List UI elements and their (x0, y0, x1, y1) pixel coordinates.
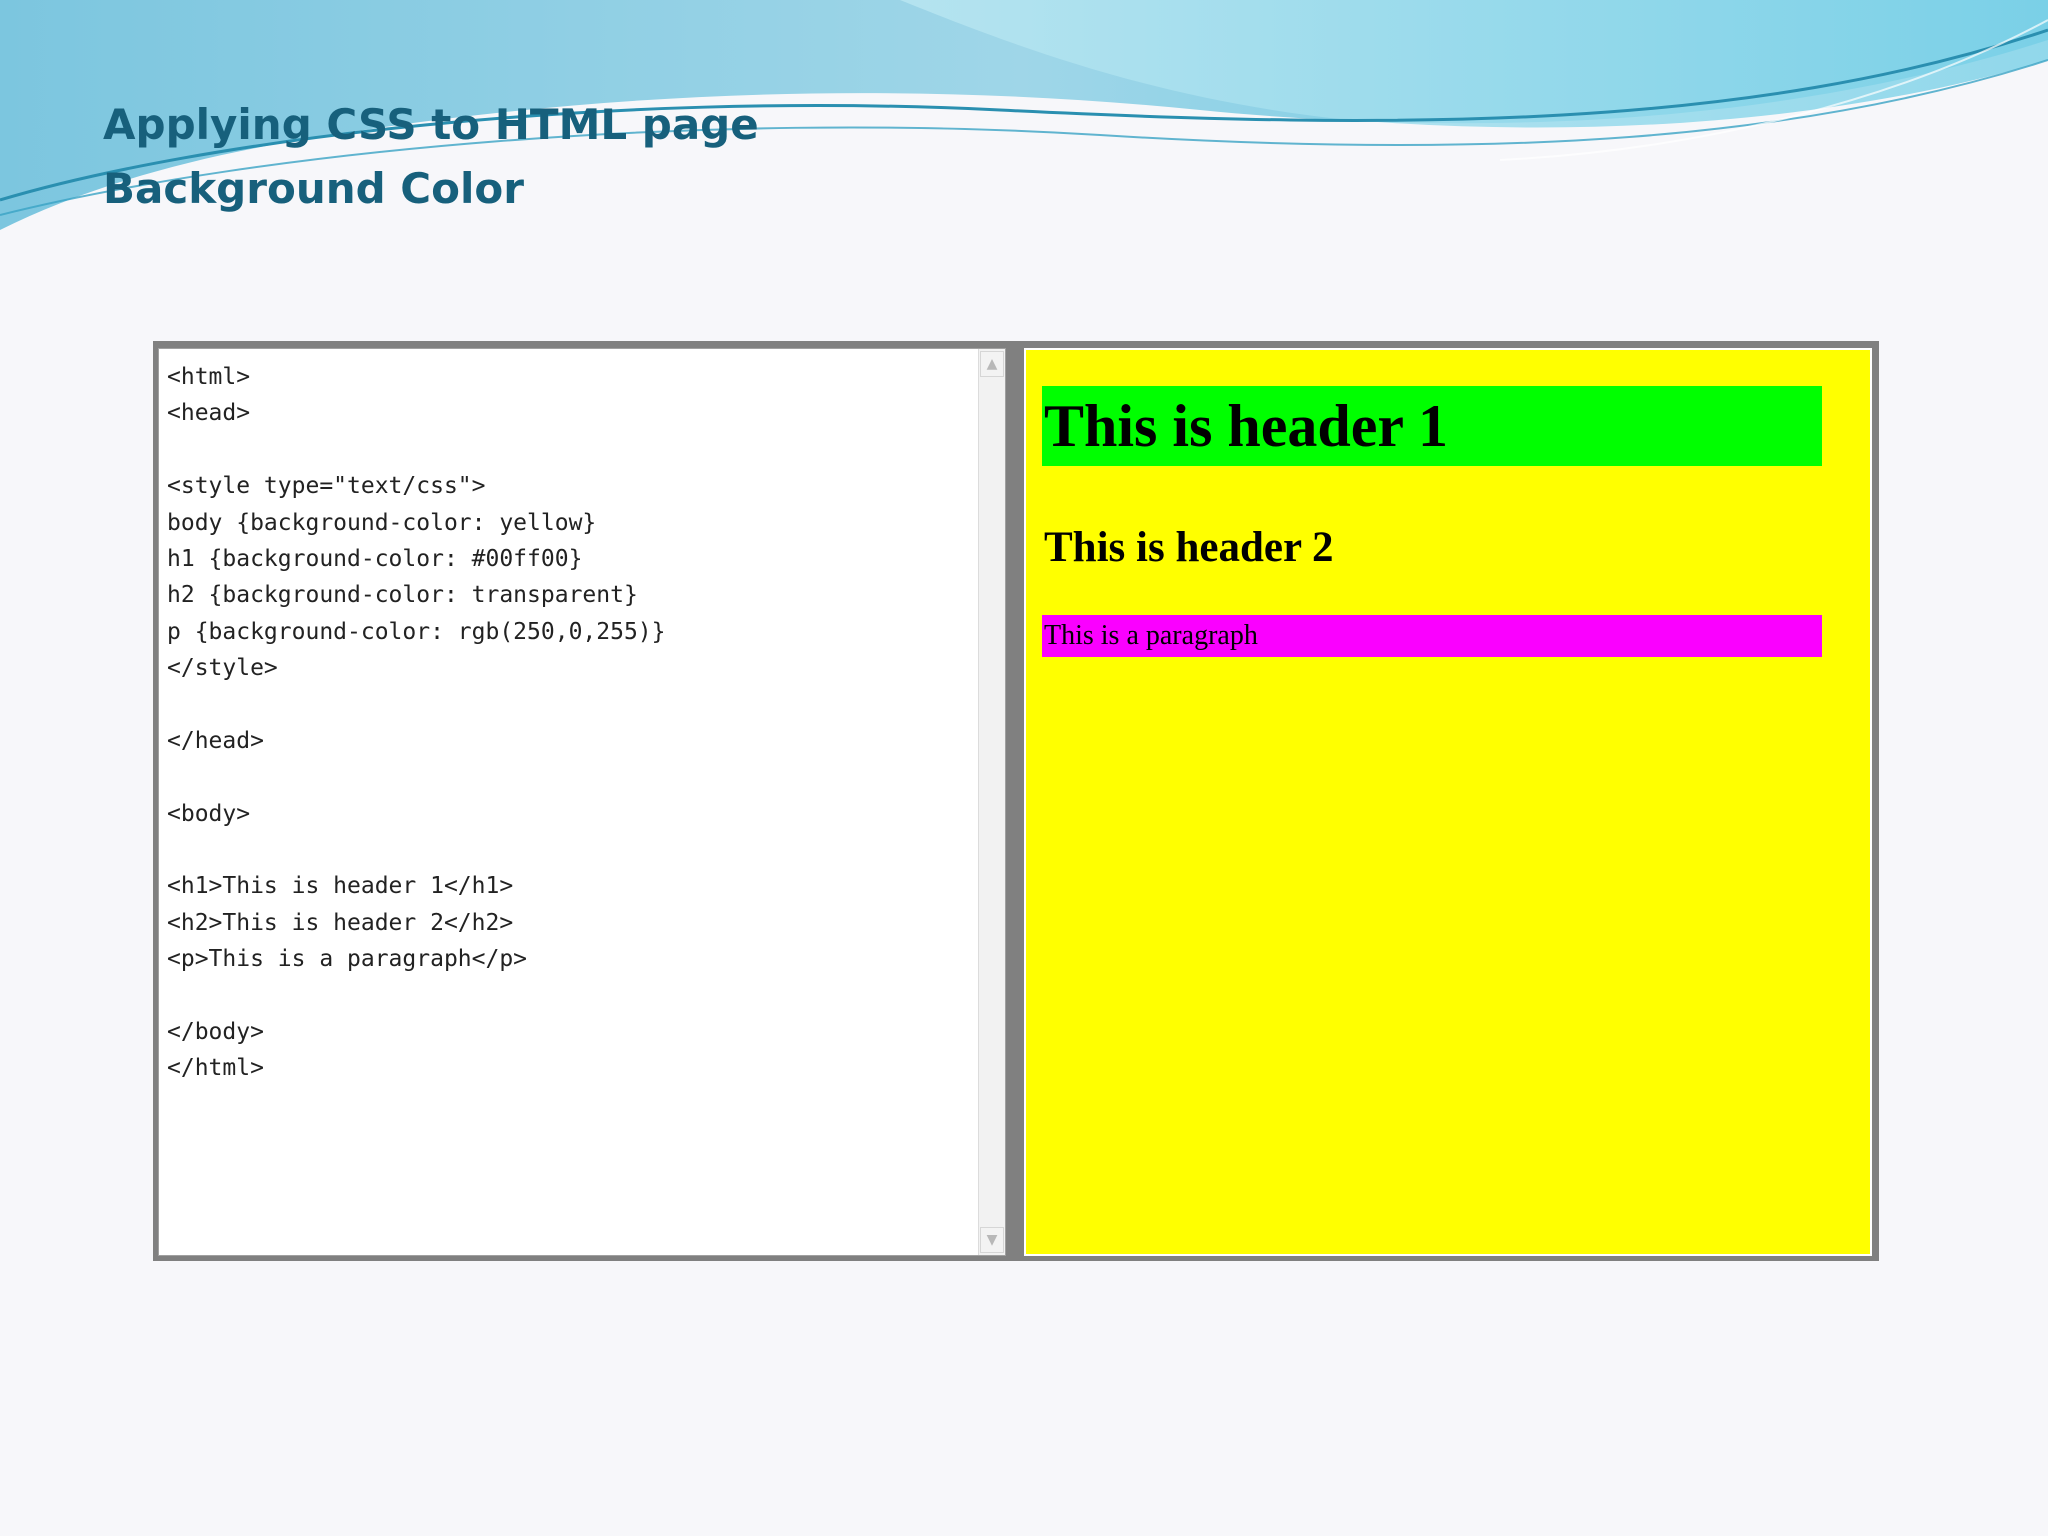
code-line: h2 {background-color: transparent} (167, 582, 638, 609)
scroll-down-arrow-icon[interactable]: ▼ (980, 1227, 1004, 1253)
slide-title: Applying CSS to HTML page (103, 100, 759, 149)
code-line: </body> (167, 1019, 264, 1046)
slide-subtitle: Background Color (103, 164, 524, 213)
scroll-up-arrow-icon[interactable]: ▲ (980, 351, 1004, 377)
code-line: p {background-color: rgb(250,0,255)} (167, 618, 666, 645)
screenshot-frame: <html> <head> <style type="text/css"> body … (153, 341, 1879, 1261)
code-editor-panel[interactable]: <html> <head> <style type="text/css"> body … (158, 348, 1006, 1256)
code-line: </style> (167, 655, 278, 682)
code-line: <h1>This is header 1</h1> (167, 873, 514, 900)
code-line: <p>This is a paragraph</p> (167, 946, 528, 973)
code-line: h1 {background-color: #00ff00} (167, 545, 583, 572)
rendered-header-2: This is header 2 (1044, 524, 1334, 571)
rendered-header-1: This is header 1 (1042, 386, 1822, 466)
code-line: </head> (167, 727, 264, 754)
code-line: <style type="text/css"> (167, 473, 486, 500)
code-line: <h2>This is header 2</h2> (167, 909, 514, 936)
vertical-scrollbar[interactable]: ▲ ▼ (978, 349, 1005, 1255)
code-line: <html> (167, 364, 251, 390)
rendered-paragraph: This is a paragraph (1042, 615, 1822, 657)
code-text: <html> <head> <style type="text/css"> body … (167, 359, 666, 1087)
code-line: <head> (167, 400, 251, 427)
code-line: body {background-color: yellow} (167, 509, 597, 536)
code-line: <body> (167, 800, 251, 827)
rendered-output-panel: This is header 1 This is header 2 This i… (1024, 348, 1872, 1256)
code-line: </html> (167, 1055, 264, 1082)
